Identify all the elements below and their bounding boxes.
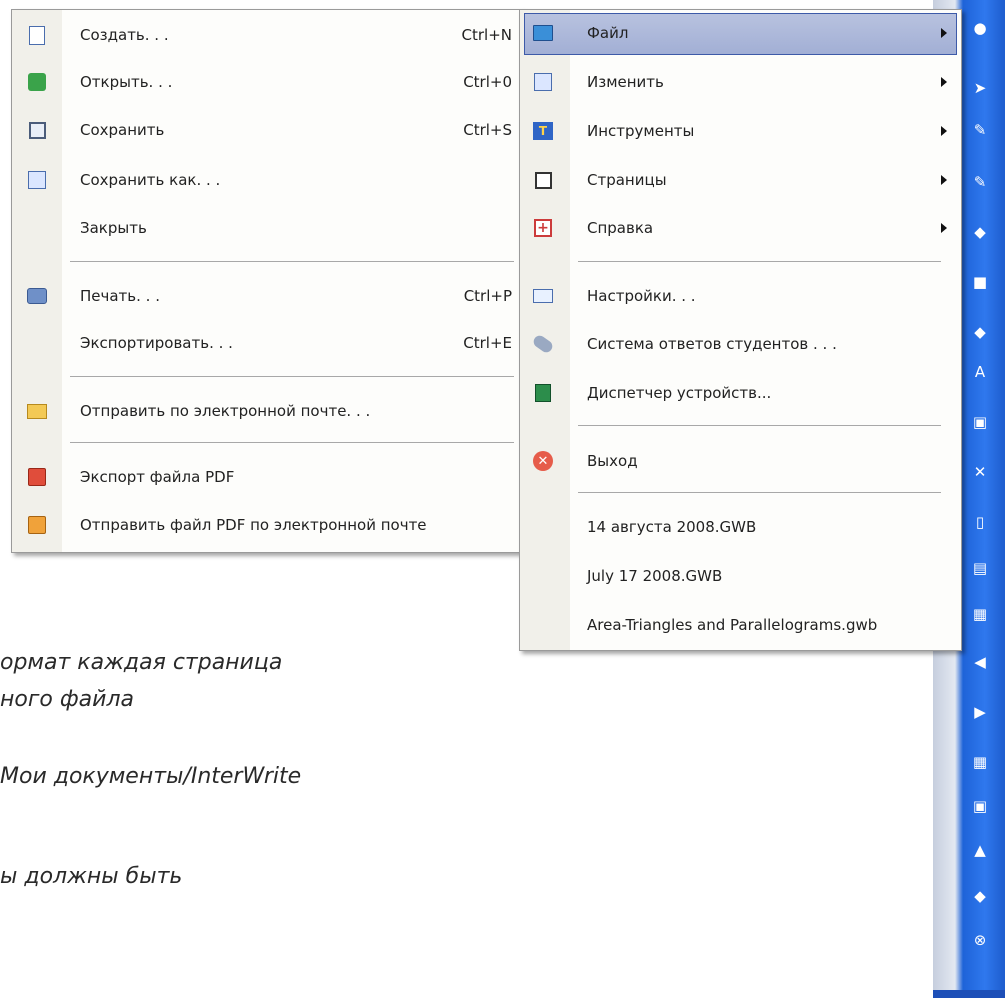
tools-icon: T (532, 120, 554, 142)
edit-pencil-icon (532, 71, 554, 93)
toolbar-bottom-edge (933, 990, 1005, 998)
doc-text-line-3: Мои документы/InterWrite (0, 764, 302, 789)
back-arrow-icon[interactable]: ◀ (970, 652, 990, 672)
menu-item-save[interactable]: Сохранить Ctrl+S (12, 107, 522, 153)
menu-item-save-as[interactable]: Сохранить как. . . (12, 157, 522, 203)
menu-item-exit[interactable]: ✕ Выход (520, 438, 961, 484)
open-folder-icon (26, 71, 48, 93)
menu-item-student-response[interactable]: Система ответов студентов . . . (520, 321, 961, 367)
pen-icon[interactable]: ✎ (970, 120, 990, 140)
new-document-icon (26, 24, 48, 46)
doc-text-line-1: ормат каждая страница (0, 650, 283, 675)
menu-separator (578, 492, 941, 493)
shortcut: Ctrl+0 (463, 73, 512, 91)
remote-icon (531, 333, 555, 355)
pdf-mail-icon (26, 514, 48, 536)
shortcut: Ctrl+N (461, 26, 512, 44)
calendar-icon[interactable]: ▦ (970, 752, 990, 772)
menu-item-recent-file-1[interactable]: 14 августа 2008.GWB (520, 504, 961, 550)
submenu-arrow-icon (941, 175, 947, 185)
shortcut: Ctrl+E (463, 334, 512, 352)
text-icon[interactable]: A (970, 362, 990, 382)
doc-text-line-4: ы должны быть (0, 864, 183, 889)
settings-icon (532, 285, 554, 307)
menu-separator (578, 261, 941, 262)
line-icon[interactable]: ◆ (970, 322, 990, 342)
menu-item-print[interactable]: Печать. . . Ctrl+P (12, 273, 522, 319)
save-as-icon (26, 169, 48, 191)
select-arrow-icon[interactable]: ➤ (970, 78, 990, 98)
menu-item-settings[interactable]: Настройки. . . (520, 273, 961, 319)
menu-item-edit[interactable]: Изменить (520, 59, 961, 105)
menu-item-send-email[interactable]: Отправить по электронной почте. . . (12, 388, 522, 434)
printer-icon (26, 285, 48, 307)
submenu-arrow-icon (941, 223, 947, 233)
menu-item-close[interactable]: Закрыть (12, 205, 522, 251)
pages-icon (532, 169, 554, 191)
menu-separator (70, 442, 514, 443)
exit-icon[interactable]: ⊗ (970, 930, 990, 950)
menu-item-export[interactable]: Экспортировать. . . Ctrl+E (12, 320, 522, 366)
file-submenu: Создать. . . Ctrl+N Открыть. . . Ctrl+0 … (11, 9, 523, 553)
tools-icon[interactable]: ▲ (970, 840, 990, 860)
menu-item-email-pdf[interactable]: Отправить файл PDF по электронной почте (12, 502, 522, 548)
submenu-arrow-icon (941, 28, 947, 38)
pdf-export-icon (26, 466, 48, 488)
menu-item-recent-file-3[interactable]: Area-Triangles and Parallelograms.gwb (520, 602, 961, 648)
menu-item-open[interactable]: Открыть. . . Ctrl+0 (12, 59, 522, 105)
pages-icon[interactable]: ▦ (970, 604, 990, 624)
save-icon[interactable]: ▣ (970, 796, 990, 816)
menu-separator (578, 425, 941, 426)
mail-icon (26, 400, 48, 422)
help-icon: + (532, 217, 554, 239)
clear-icon[interactable]: ✕ (970, 462, 990, 482)
camera-icon[interactable]: ▣ (970, 412, 990, 432)
main-menu: Файл Изменить T Инструменты Страницы + С… (519, 9, 962, 651)
device-manager-icon (532, 382, 554, 404)
menu-item-device-manager[interactable]: Диспетчер устройств... (520, 370, 961, 416)
new-page-icon[interactable]: ▯ (970, 512, 990, 532)
submenu-arrow-icon (941, 126, 947, 136)
menu-item-export-pdf[interactable]: Экспорт файла PDF (12, 454, 522, 500)
shapes-icon[interactable]: ■ (970, 272, 990, 292)
doc-text-line-2: ного файла (0, 687, 134, 712)
forward-arrow-icon[interactable]: ▶ (970, 702, 990, 722)
folder-icon (532, 22, 554, 44)
menu-item-recent-file-2[interactable]: July 17 2008.GWB (520, 553, 961, 599)
menu-item-help[interactable]: + Справка (520, 205, 961, 251)
menu-item-pages[interactable]: Страницы (520, 157, 961, 203)
submenu-arrow-icon (941, 77, 947, 87)
mouse-icon[interactable]: ● (970, 18, 990, 38)
menu-separator (70, 376, 514, 377)
eraser-icon[interactable]: ◆ (970, 222, 990, 242)
page-list-icon[interactable]: ▤ (970, 558, 990, 578)
shortcut: Ctrl+P (463, 287, 512, 305)
menu-item-file[interactable]: Файл (520, 10, 961, 56)
shortcut: Ctrl+S (463, 121, 512, 139)
highlighter-icon[interactable]: ✎ (970, 172, 990, 192)
exit-icon: ✕ (532, 450, 554, 472)
menu-separator (70, 261, 514, 262)
menu-item-tools[interactable]: T Инструменты (520, 108, 961, 154)
menu-item-new[interactable]: Создать. . . Ctrl+N (12, 12, 522, 58)
remote-icon[interactable]: ◆ (970, 886, 990, 906)
save-floppy-icon (26, 119, 48, 141)
